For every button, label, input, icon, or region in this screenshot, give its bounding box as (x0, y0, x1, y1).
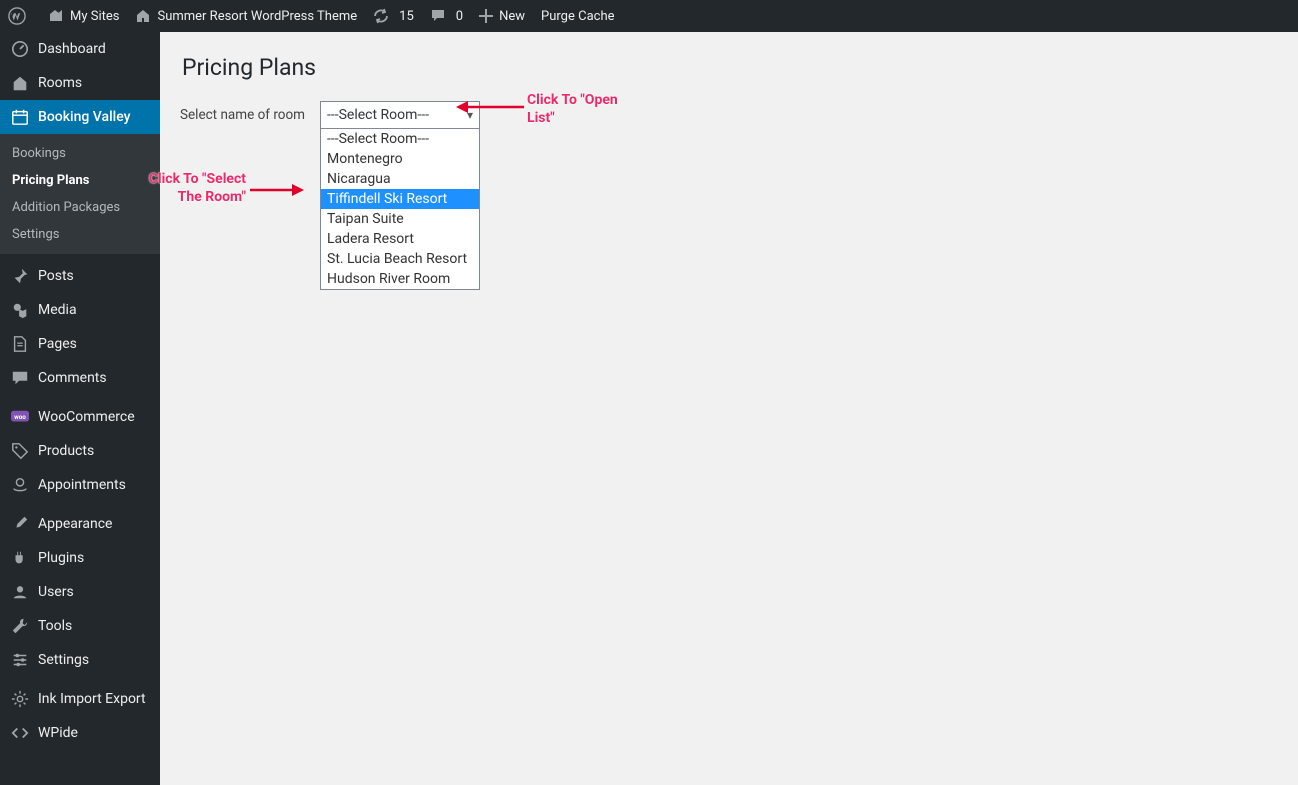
menu-pages[interactable]: Pages (0, 327, 160, 361)
room-select-wrap: ---Select Room--- ---Select Room---Monte… (320, 101, 480, 129)
booking-valley-submenu: Bookings Pricing Plans Addition Packages… (0, 134, 160, 254)
menu-plugins[interactable]: Plugins (0, 541, 160, 575)
new-content[interactable]: New (471, 0, 533, 32)
sites-icon (48, 8, 64, 24)
menu-booking-valley[interactable]: Booking Valley (0, 100, 160, 134)
dashboard-icon (10, 40, 30, 58)
submenu-pricing-plans[interactable]: Pricing Plans (0, 167, 160, 194)
site-name-label: Summer Resort WordPress Theme (157, 9, 357, 24)
menu-posts[interactable]: Posts (0, 259, 160, 293)
comments[interactable]: 0 (422, 0, 471, 32)
site-name[interactable]: Summer Resort WordPress Theme (127, 0, 365, 32)
room-option[interactable]: St. Lucia Beach Resort (321, 249, 479, 269)
room-option[interactable]: Nicaragua (321, 169, 479, 189)
calendar-icon (10, 108, 30, 126)
room-option[interactable]: Hudson River Room (321, 269, 479, 289)
room-option[interactable]: Montenegro (321, 149, 479, 169)
menu-users-label: Users (38, 584, 74, 600)
admin-sidebar: Dashboard Rooms Booking Valley Bookings … (0, 32, 160, 785)
adminbar: My Sites Summer Resort WordPress Theme 1… (0, 0, 1298, 32)
menu-products[interactable]: Products (0, 434, 160, 468)
menu-woocommerce-label: WooCommerce (38, 409, 135, 425)
room-select-options: ---Select Room---MontenegroNicaraguaTiff… (320, 129, 480, 290)
products-icon (10, 442, 30, 460)
comments-count: 0 (456, 9, 463, 24)
menu-ink-import-export[interactable]: Ink Import Export (0, 682, 160, 716)
room-option[interactable]: Tiffindell Ski Resort (321, 189, 479, 209)
menu-comments-label: Comments (38, 370, 107, 386)
room-select[interactable]: ---Select Room--- (320, 101, 480, 129)
comments-icon (10, 369, 30, 387)
pin-icon (10, 267, 30, 285)
menu-tools-label: Tools (38, 618, 72, 634)
purge-cache-label: Purge Cache (541, 9, 614, 24)
menu-woocommerce[interactable]: woo WooCommerce (0, 400, 160, 434)
menu-wpide[interactable]: WPide (0, 716, 160, 750)
menu-appearance-label: Appearance (38, 516, 112, 532)
room-option[interactable]: Taipan Suite (321, 209, 479, 229)
submenu-bookings[interactable]: Bookings (0, 140, 160, 167)
menu-ink-import-export-label: Ink Import Export (38, 691, 146, 707)
rooms-icon (10, 74, 30, 92)
wp-logo[interactable] (0, 0, 40, 32)
menu-appearance[interactable]: Appearance (0, 507, 160, 541)
menu-appointments[interactable]: Appointments (0, 468, 160, 502)
menu-plugins-label: Plugins (38, 550, 84, 566)
sliders-icon (10, 651, 30, 669)
menu-comments[interactable]: Comments (0, 361, 160, 395)
woocommerce-icon: woo (10, 410, 30, 424)
arrow-select-room-icon (250, 183, 304, 197)
brush-icon (10, 515, 30, 533)
wrench-icon (10, 617, 30, 635)
media-icon (10, 301, 30, 319)
my-sites[interactable]: My Sites (40, 0, 127, 32)
menu-settings-label: Settings (38, 652, 89, 668)
room-select-row: Select name of room ---Select Room--- --… (180, 101, 1278, 129)
wordpress-icon (8, 7, 26, 25)
new-label: New (499, 9, 525, 24)
my-sites-label: My Sites (70, 9, 119, 24)
menu-posts-label: Posts (38, 268, 74, 284)
menu-users[interactable]: Users (0, 575, 160, 609)
room-option[interactable]: Ladera Resort (321, 229, 479, 249)
menu-wpide-label: WPide (38, 725, 78, 741)
menu-media-label: Media (38, 302, 77, 318)
home-icon (135, 8, 151, 24)
plug-icon (10, 549, 30, 567)
comment-icon (430, 8, 446, 24)
page-title: Pricing Plans (182, 54, 1278, 81)
menu-tools[interactable]: Tools (0, 609, 160, 643)
plus-icon (479, 9, 493, 23)
code-icon (10, 724, 30, 742)
submenu-addition-packages[interactable]: Addition Packages (0, 194, 160, 221)
menu-products-label: Products (38, 443, 94, 459)
updates-count: 15 (399, 9, 414, 24)
pages-icon (10, 335, 30, 353)
appointments-icon (10, 476, 30, 494)
content-area: Pricing Plans Select name of room ---Sel… (160, 32, 1298, 785)
purge-cache[interactable]: Purge Cache (533, 0, 622, 32)
menu-settings[interactable]: Settings (0, 643, 160, 677)
gear-icon (10, 690, 30, 708)
update-icon (373, 8, 389, 24)
menu-pages-label: Pages (38, 336, 77, 352)
submenu-settings[interactable]: Settings (0, 221, 160, 248)
menu-dashboard[interactable]: Dashboard (0, 32, 160, 66)
room-select-label: Select name of room (180, 101, 320, 123)
svg-text:woo: woo (14, 413, 26, 421)
users-icon (10, 583, 30, 601)
menu-appointments-label: Appointments (38, 477, 126, 493)
menu-rooms[interactable]: Rooms (0, 66, 160, 100)
room-option[interactable]: ---Select Room--- (321, 129, 479, 149)
menu-rooms-label: Rooms (38, 75, 82, 91)
updates[interactable]: 15 (365, 0, 422, 32)
menu-media[interactable]: Media (0, 293, 160, 327)
menu-dashboard-label: Dashboard (38, 41, 106, 57)
menu-booking-valley-label: Booking Valley (38, 109, 130, 125)
